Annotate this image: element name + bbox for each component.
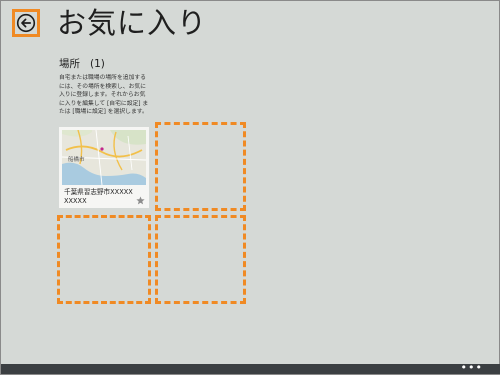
- app-bar: •••: [1, 362, 500, 374]
- map-thumbnail: 船橋市: [62, 130, 146, 185]
- empty-favorite-slot[interactable]: [155, 122, 246, 211]
- page-title: お気に入り: [57, 6, 208, 40]
- arrow-left-circle-icon: [16, 13, 36, 33]
- empty-favorite-slot[interactable]: [57, 215, 151, 304]
- app-window: お気に入り 場所 (1) 自宅または職場の場所を追加するには、その場所を検索し、お…: [0, 0, 500, 375]
- section-description: 自宅または職場の場所を追加するには、その場所を検索し、お気に入りに登録します。そ…: [59, 75, 149, 116]
- favorite-place-tile[interactable]: 船橋市 千葉県習志野市XXXXX XXXXX: [59, 127, 149, 208]
- section-header: 場所 (1): [59, 57, 105, 71]
- section-count: (1): [90, 58, 105, 70]
- empty-favorite-slot[interactable]: [155, 215, 246, 304]
- back-button[interactable]: [12, 9, 40, 37]
- star-icon: [136, 196, 145, 205]
- ellipsis-icon[interactable]: •••: [461, 362, 483, 373]
- map-city-label: 船橋市: [68, 155, 85, 163]
- section-title: 場所: [59, 58, 80, 70]
- favorite-place-name: 千葉県習志野市XXXXX XXXXX: [64, 188, 133, 206]
